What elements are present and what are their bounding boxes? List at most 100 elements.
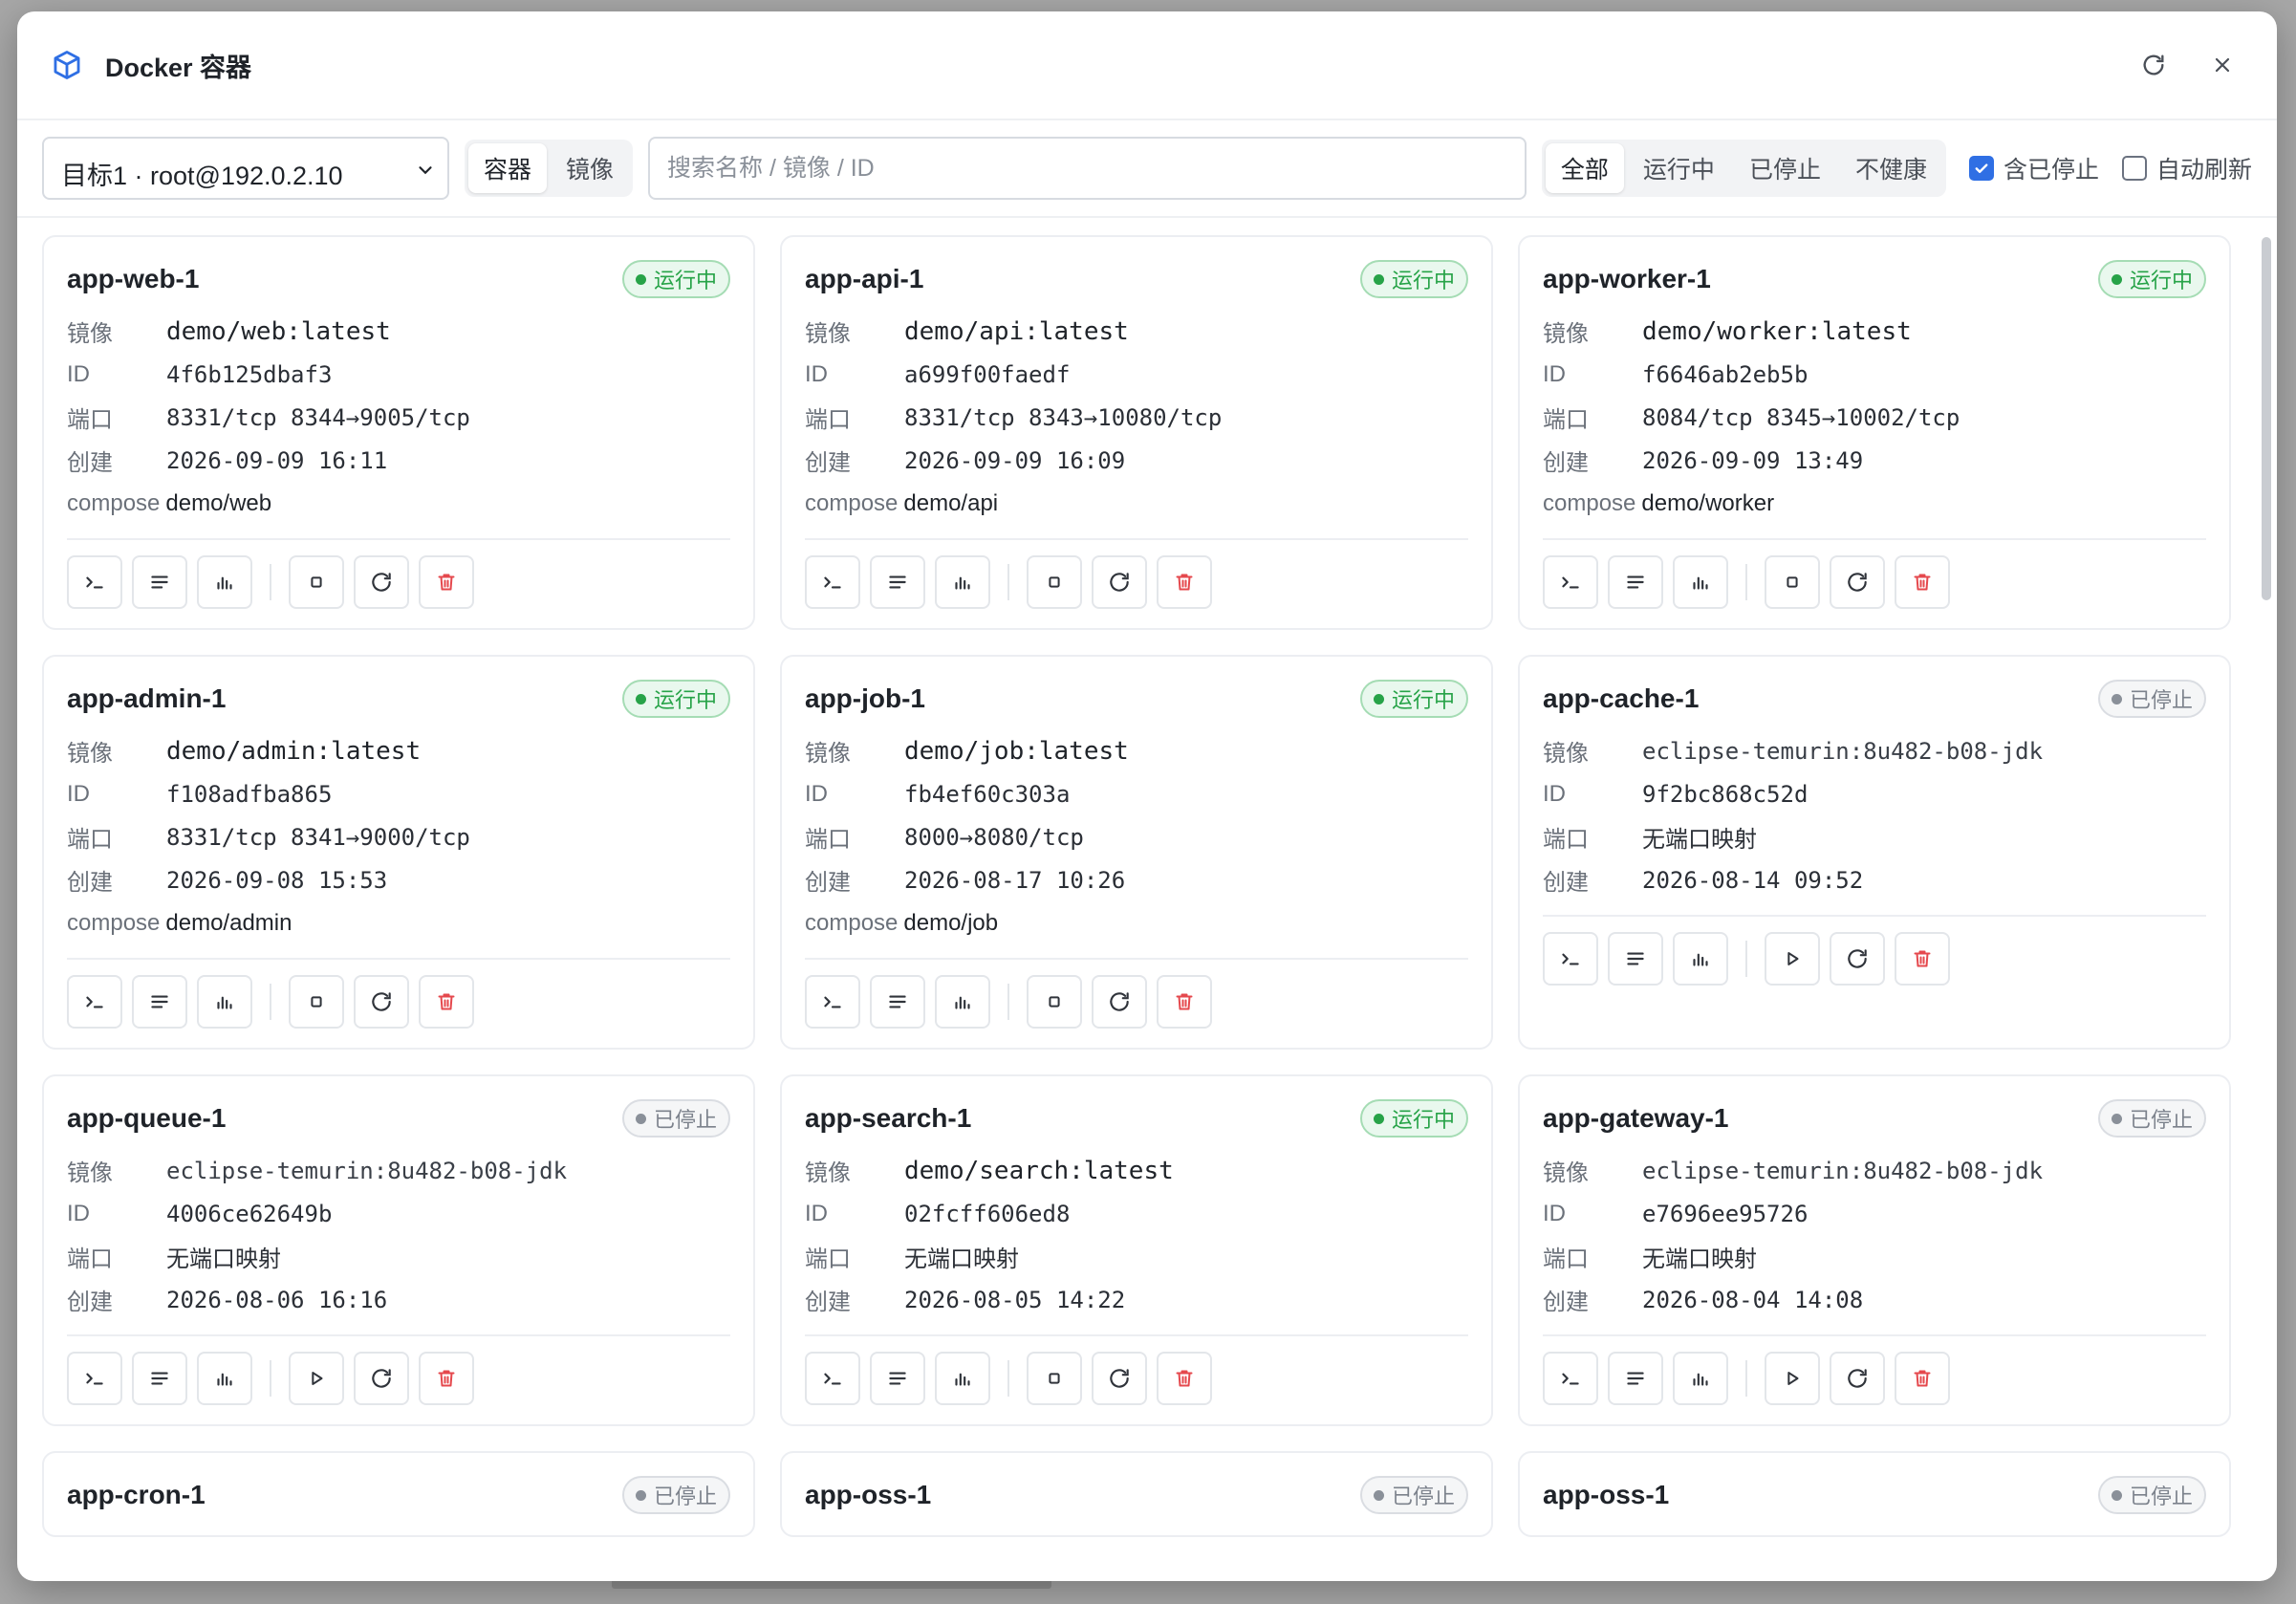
actions-separator — [1007, 1360, 1009, 1397]
container-card: app-cache-1 已停止 镜像 eclipse-temurin:8u482-… — [1518, 655, 2231, 1050]
status-text: 已停止 — [2129, 688, 2193, 712]
image-label: 镜像 — [805, 741, 851, 767]
status-dot-icon — [2111, 273, 2122, 285]
restart-button[interactable] — [1830, 555, 1885, 609]
logs-button[interactable] — [132, 975, 187, 1029]
image-row: 镜像 demo/api:latest — [805, 310, 1468, 353]
delete-button[interactable] — [1157, 1352, 1212, 1405]
auto-refresh-checkbox[interactable]: 自动刷新 — [2121, 151, 2252, 185]
delete-button[interactable] — [1895, 1352, 1950, 1405]
search-input[interactable] — [648, 137, 1527, 200]
terminal-button[interactable] — [805, 1352, 860, 1405]
delete-button[interactable] — [1157, 975, 1212, 1029]
logs-button[interactable] — [870, 1352, 925, 1405]
container-id-value: 4006ce62649b — [166, 1200, 333, 1227]
stats-button[interactable] — [1673, 1352, 1728, 1405]
stats-button[interactable] — [935, 975, 990, 1029]
refresh-button[interactable] — [2130, 41, 2177, 89]
terminal-button[interactable] — [67, 555, 122, 609]
status-badge: 已停止 — [2097, 680, 2206, 718]
delete-button[interactable] — [1895, 555, 1950, 609]
created-label: 创建 — [1543, 1290, 1589, 1315]
tab-images[interactable]: 镜像 — [551, 143, 629, 193]
terminal-button[interactable] — [805, 555, 860, 609]
terminal-button[interactable] — [1543, 932, 1598, 986]
logs-button[interactable] — [870, 555, 925, 609]
include-stopped-checkbox[interactable]: 含已停止 — [1968, 151, 2099, 185]
stop-button[interactable] — [1027, 975, 1082, 1029]
logs-icon — [147, 1366, 172, 1391]
terminal-icon — [1558, 1366, 1583, 1391]
logs-button[interactable] — [132, 1352, 187, 1405]
terminal-icon — [82, 1366, 107, 1391]
terminal-button[interactable] — [67, 1352, 122, 1405]
created-value: 2026-09-09 16:11 — [166, 446, 388, 474]
terminal-button[interactable] — [805, 975, 860, 1029]
scrollbar[interactable] — [2262, 237, 2271, 600]
delete-button[interactable] — [1157, 555, 1212, 609]
stop-button[interactable] — [289, 555, 344, 609]
stats-button[interactable] — [197, 555, 252, 609]
restart-button[interactable] — [354, 555, 409, 609]
stats-button[interactable] — [197, 1352, 252, 1405]
stats-button[interactable] — [1673, 555, 1728, 609]
created-value: 2026-09-08 15:53 — [166, 866, 388, 894]
terminal-button[interactable] — [1543, 555, 1598, 609]
delete-button[interactable] — [419, 975, 474, 1029]
restart-button[interactable] — [1092, 975, 1147, 1029]
close-button[interactable] — [2199, 41, 2246, 89]
restart-button[interactable] — [1830, 932, 1885, 986]
stats-button[interactable] — [197, 975, 252, 1029]
restart-button[interactable] — [1092, 555, 1147, 609]
filter-running[interactable]: 运行中 — [1628, 143, 1730, 193]
stop-button[interactable] — [1027, 1352, 1082, 1405]
created-row: 创建 2026-08-05 14:22 — [805, 1278, 1468, 1321]
logs-button[interactable] — [1608, 555, 1663, 609]
container-name: app-queue-1 — [67, 1103, 227, 1133]
logs-button[interactable] — [1608, 1352, 1663, 1405]
logs-icon — [885, 570, 910, 595]
restart-button[interactable] — [354, 975, 409, 1029]
filter-unhealthy[interactable]: 不健康 — [1840, 143, 1942, 193]
stats-button[interactable] — [935, 1352, 990, 1405]
status-badge: 已停止 — [2097, 1476, 2206, 1514]
stats-icon — [212, 989, 237, 1014]
created-value: 2026-09-09 13:49 — [1642, 446, 1864, 474]
tab-containers[interactable]: 容器 — [468, 143, 548, 193]
stats-icon — [1688, 1366, 1713, 1391]
status-dot-icon — [635, 693, 646, 704]
compose-label: compose — [1543, 489, 1636, 516]
container-id-value: 4f6b125dbaf3 — [166, 360, 333, 388]
stats-button[interactable] — [935, 555, 990, 609]
start-button[interactable] — [289, 1352, 344, 1405]
restart-button[interactable] — [354, 1352, 409, 1405]
stop-button[interactable] — [1027, 555, 1082, 609]
delete-button[interactable] — [1895, 932, 1950, 986]
dialog-header: Docker 容器 — [17, 11, 2277, 120]
restart-button[interactable] — [1092, 1352, 1147, 1405]
delete-button[interactable] — [419, 555, 474, 609]
target-select[interactable]: 目标1 · root@192.0.2.10 — [42, 137, 449, 200]
delete-button[interactable] — [419, 1352, 474, 1405]
restart-button[interactable] — [1830, 1352, 1885, 1405]
stop-button[interactable] — [1765, 555, 1820, 609]
container-id-row: ID a699f00faedf — [805, 353, 1468, 396]
filter-stopped[interactable]: 已停止 — [1734, 143, 1836, 193]
logs-button[interactable] — [870, 975, 925, 1029]
stop-button[interactable] — [289, 975, 344, 1029]
container-card: app-api-1 运行中 镜像 demo/api:latest ID a699f00… — [780, 235, 1493, 630]
status-dot-icon — [635, 273, 646, 285]
container-card: app-worker-1 运行中 镜像 demo/worker:latest ID f… — [1518, 235, 2231, 630]
logs-button[interactable] — [1608, 932, 1663, 986]
logs-button[interactable] — [132, 555, 187, 609]
container-id-row: ID 4006ce62649b — [67, 1192, 730, 1235]
terminal-button[interactable] — [67, 975, 122, 1029]
filter-all[interactable]: 全部 — [1545, 143, 1624, 193]
stats-button[interactable] — [1673, 932, 1728, 986]
start-button[interactable] — [1765, 932, 1820, 986]
status-dot-icon — [635, 1113, 646, 1124]
image-label: 镜像 — [805, 1160, 851, 1186]
start-button[interactable] — [1765, 1352, 1820, 1405]
created-value: 2026-08-14 09:52 — [1642, 866, 1864, 894]
terminal-button[interactable] — [1543, 1352, 1598, 1405]
